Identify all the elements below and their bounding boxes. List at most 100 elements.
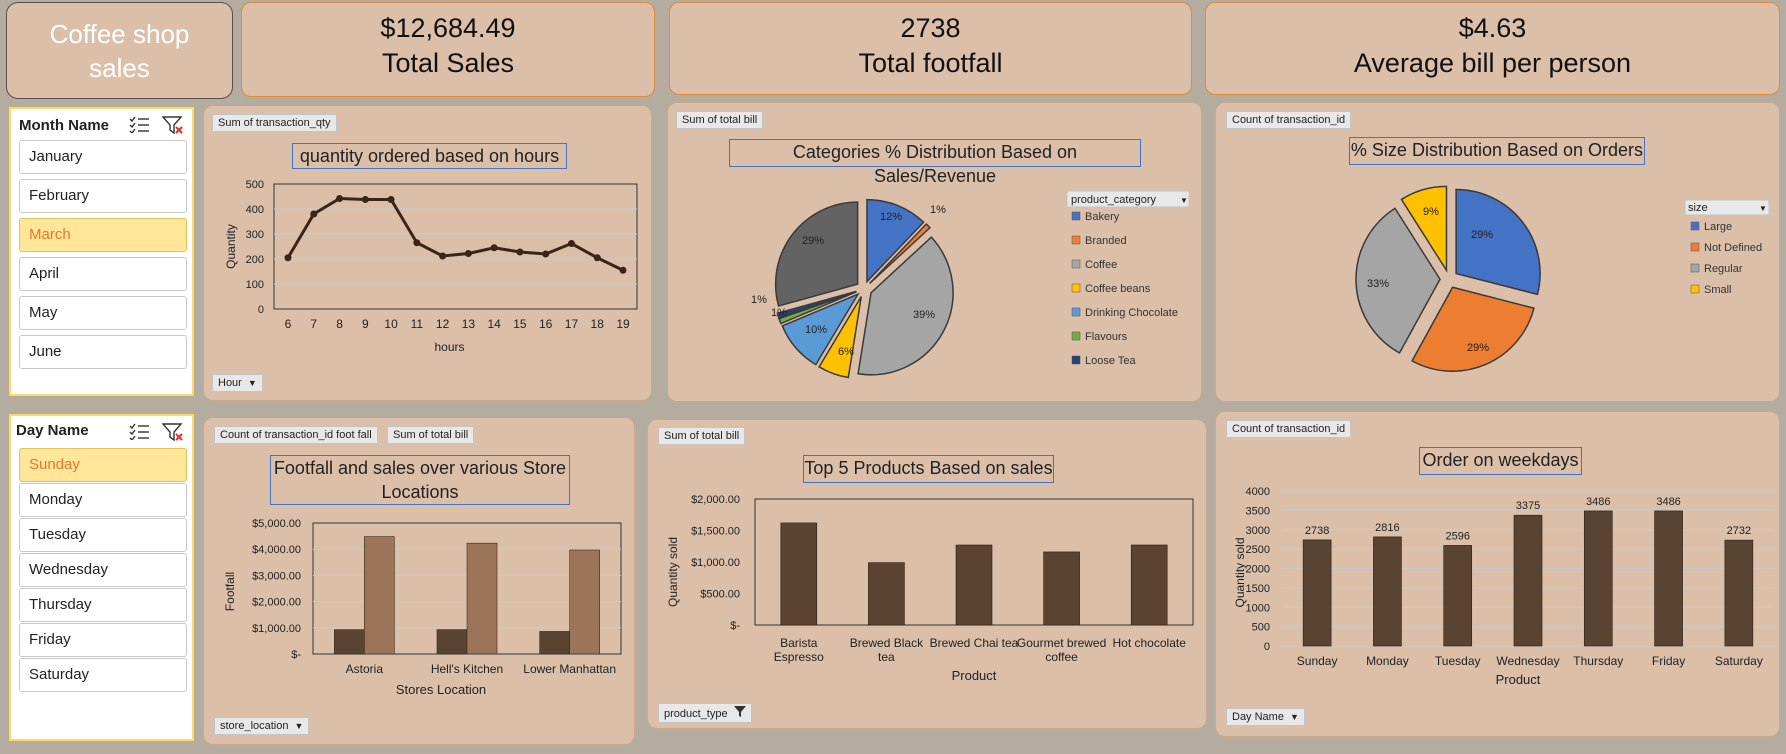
data-label: 6% xyxy=(838,346,854,358)
slicer-item-wednesday[interactable]: Wednesday xyxy=(19,553,187,587)
y-tick-label: $2,000.00 xyxy=(691,494,740,506)
data-point xyxy=(542,250,550,258)
weekdays-chart-panel: Count of transaction_id Order on weekday… xyxy=(1215,411,1780,737)
x-tick-label: 6 xyxy=(285,317,292,331)
categories-chart-panel: Sum of total bill Categories % Distribut… xyxy=(667,102,1202,402)
y-tick-label: 0 xyxy=(1264,641,1270,653)
slicer-item-monday[interactable]: Monday xyxy=(19,483,187,517)
y-tick-label: 2500 xyxy=(1246,544,1270,556)
x-tick-label: 19 xyxy=(616,317,630,331)
bar-weekday xyxy=(1443,545,1473,647)
kpi-total-sales: $12,684.49 Total Sales xyxy=(241,2,655,97)
y-tick-label: 1500 xyxy=(1246,583,1270,595)
x-tick-label: tea xyxy=(878,650,895,664)
store-location-filter-button[interactable]: store_location ▼ xyxy=(214,717,310,735)
dashboard-title: Coffee shop sales xyxy=(6,2,233,99)
slicer-item-saturday[interactable]: Saturday xyxy=(19,658,187,692)
x-tick-label: 14 xyxy=(487,317,501,331)
slicer-item-sunday[interactable]: Sunday xyxy=(19,448,187,482)
y-axis-title: Quantity sold xyxy=(666,537,680,607)
slicer-item-friday[interactable]: Friday xyxy=(19,623,187,657)
data-label: 1% xyxy=(751,294,767,306)
y-tick-label: 0 xyxy=(258,304,264,316)
kpi-label: Total Sales xyxy=(381,48,515,78)
day-slicer-title: Day Name xyxy=(16,422,89,439)
clear-filter-icon[interactable] xyxy=(162,115,184,135)
data-point xyxy=(336,195,344,202)
hour-filter-button[interactable]: Hour ▼ xyxy=(212,374,263,392)
data-label: 10% xyxy=(805,324,827,336)
kpi-value: $12,684.49 xyxy=(380,13,516,43)
month-slicer: Month Name January February March April May J… xyxy=(9,107,194,396)
x-tick-label: Sunday xyxy=(1297,654,1338,668)
slicer-item-april[interactable]: April xyxy=(19,257,187,291)
bar-product xyxy=(868,562,905,626)
day-name-filter-button[interactable]: Day Name ▼ xyxy=(1226,708,1305,726)
legend-swatch xyxy=(1071,283,1081,293)
dropdown-arrow-icon: ▼ xyxy=(294,721,304,731)
x-tick-label: 18 xyxy=(591,317,605,331)
x-tick-label: 8 xyxy=(336,317,343,331)
dropdown-arrow-icon: ▼ xyxy=(1289,712,1299,722)
legend-label: Coffee xyxy=(1085,259,1117,271)
data-label: 2738 xyxy=(1305,525,1329,537)
bar-footfall xyxy=(436,629,468,655)
kpi-average-bill: $4.63 Average bill per person xyxy=(1205,2,1780,95)
data-point xyxy=(439,252,447,260)
data-label: 1% xyxy=(930,204,946,216)
x-tick-label: Hot chocolate xyxy=(1113,636,1187,650)
x-tick-label: Hell's Kitchen xyxy=(431,662,503,676)
data-label: 3486 xyxy=(1586,496,1610,508)
data-label: 3375 xyxy=(1516,500,1540,512)
multi-select-icon[interactable] xyxy=(128,422,150,440)
month-slicer-title: Month Name xyxy=(19,117,109,134)
data-point xyxy=(361,196,369,203)
bar-product xyxy=(1130,544,1168,626)
data-point xyxy=(284,254,292,262)
legend-swatch xyxy=(1690,263,1700,273)
day-name-filter-label: Day Name xyxy=(1232,711,1284,723)
slicer-item-tuesday[interactable]: Tuesday xyxy=(19,518,187,552)
slicer-item-january[interactable]: January xyxy=(19,140,187,174)
x-tick-label: 10 xyxy=(384,317,398,331)
product-type-filter-button[interactable]: product_type xyxy=(658,703,752,723)
y-tick-label: 300 xyxy=(246,229,264,241)
data-point xyxy=(310,210,318,218)
slicer-item-march[interactable]: March xyxy=(19,218,187,252)
plot-area xyxy=(273,183,638,310)
data-label: 29% xyxy=(1467,342,1489,354)
y-tick-label: $4,000.00 xyxy=(252,544,301,556)
pie-slice-large xyxy=(1455,188,1541,296)
x-tick-label: Wednesday xyxy=(1496,654,1559,668)
store-location-filter-label: store_location xyxy=(220,720,289,732)
x-tick-label: 12 xyxy=(436,317,450,331)
hours-chart-panel: Sum of transaction_qty quantity ordered … xyxy=(203,105,652,401)
y-tick-label: $5,000.00 xyxy=(252,518,301,530)
kpi-value: 2738 xyxy=(900,13,961,43)
x-tick-label: Friday xyxy=(1652,654,1685,668)
y-tick-label: 2000 xyxy=(1246,564,1270,576)
x-tick-label: 9 xyxy=(362,317,369,331)
bar-weekday xyxy=(1724,539,1754,647)
x-axis-title: hours xyxy=(434,340,464,354)
x-axis-title: Product xyxy=(1496,672,1541,687)
products-chart-panel: Sum of total bill Top 5 Products Based o… xyxy=(647,419,1207,729)
bar-weekday xyxy=(1654,510,1683,647)
pie-slice-tea xyxy=(774,201,859,307)
legend-label: Drinking Chocolate xyxy=(1085,307,1178,319)
multi-select-icon[interactable] xyxy=(128,115,150,133)
bar-footfall xyxy=(539,631,570,655)
slicer-item-thursday[interactable]: Thursday xyxy=(19,588,187,622)
y-tick-label: $1,500.00 xyxy=(691,526,740,538)
y-tick-label: 400 xyxy=(246,204,264,216)
x-tick-label: 7 xyxy=(310,317,317,331)
slicer-item-may[interactable]: May xyxy=(19,296,187,330)
y-tick-label: 200 xyxy=(246,254,264,266)
bar-sales xyxy=(364,536,395,655)
dropdown-arrow-icon: ▼ xyxy=(1180,196,1188,205)
slicer-item-june[interactable]: June xyxy=(19,335,187,369)
weekdays-bar-chart: 0 500 1000 1500 2000 2500 3000 3500 4000 2738 Sund… xyxy=(1233,486,1774,687)
clear-filter-icon[interactable] xyxy=(162,422,184,442)
slicer-item-february[interactable]: February xyxy=(19,179,187,213)
legend-swatch xyxy=(1071,331,1081,341)
